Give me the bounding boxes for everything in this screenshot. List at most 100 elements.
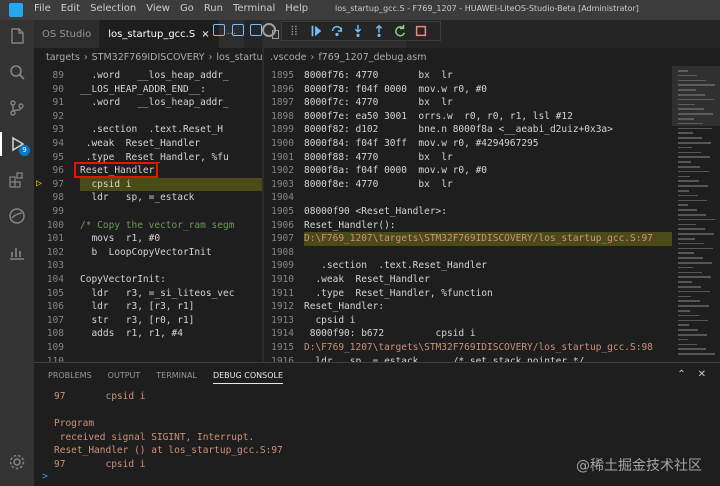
minimap-slider[interactable]: [672, 66, 720, 126]
menu-file[interactable]: File: [34, 3, 51, 14]
code-line[interactable]: ldr sp, =_estack: [80, 192, 194, 203]
breadcrumb-item[interactable]: f769_1207_debug.asm: [318, 52, 426, 63]
tab-0[interactable]: OS Studio: [34, 20, 101, 48]
minimap-line: [678, 146, 692, 149]
line-number: 89: [52, 70, 64, 81]
asm-line[interactable]: 8000f78: f04f 0000 mov.w r0, #0: [304, 84, 487, 95]
panel-tab-terminal[interactable]: TERMINAL: [156, 371, 197, 384]
console-line: Reset_Handler () at los_startup_gcc.S:97: [54, 445, 283, 457]
split-editor-icon[interactable]: [213, 24, 225, 36]
files-icon[interactable]: [7, 26, 27, 46]
go-forward-icon[interactable]: [250, 24, 262, 36]
code-line[interactable]: .section .text.Reset_H: [80, 124, 223, 135]
maximize-panel-icon[interactable]: ⌃: [677, 369, 685, 380]
minimap-line: [678, 127, 712, 130]
extensions-icon[interactable]: [7, 170, 27, 190]
code-line[interactable]: ldr r3, [r3, r1]: [80, 301, 194, 312]
asm-line[interactable]: 8000f8a: f04f 0000 mov.w r0, #0: [304, 165, 487, 176]
asm-line[interactable]: cpsid i: [304, 315, 355, 326]
menu-selection[interactable]: Selection: [90, 3, 136, 14]
asm-line[interactable]: D:\F769_1207\targets\STM32F769IDISCOVERY…: [304, 342, 653, 353]
code-line[interactable]: CopyVectorInit:: [80, 274, 166, 285]
stop-icon[interactable]: [413, 23, 429, 39]
minimap-line: [678, 281, 692, 283]
menu-terminal[interactable]: Terminal: [233, 3, 275, 14]
line-number: 1897: [271, 97, 294, 109]
bottom-panel: PROBLEMS OUTPUT TERMINAL DEBUG CONSOLE ⌃ ✕ …: [34, 362, 720, 486]
code-line[interactable]: ldr r3, =_si_liteos_vec: [80, 288, 234, 299]
menu-edit[interactable]: Edit: [61, 3, 80, 14]
run-debug-icon[interactable]: 9: [7, 134, 30, 156]
minimap-line: [678, 185, 708, 187]
asm-line[interactable]: 08000f90 <Reset_Handler>:: [304, 206, 447, 217]
chart-icon[interactable]: [7, 242, 27, 262]
code-line[interactable]: .weak Reset_Handler: [80, 138, 200, 149]
minimap-line: [678, 228, 705, 230]
minimap[interactable]: [672, 66, 720, 362]
disassembly-editor[interactable]: 1895 8000f76: 4770 bx lr 1896 8000f78: f04f…: [264, 66, 672, 362]
code-line[interactable]: .word __los_heap_addr_: [80, 70, 228, 81]
code-line[interactable]: adds r1, r1, #4: [80, 328, 183, 339]
step-into-icon[interactable]: [350, 23, 366, 39]
source-control-icon[interactable]: [7, 98, 27, 118]
asm-line[interactable]: 8000f88: 4770 bx lr: [304, 152, 453, 163]
chevron-right-icon: ›: [83, 51, 88, 63]
panel-tab-problems[interactable]: PROBLEMS: [48, 371, 92, 384]
menu-run[interactable]: Run: [204, 3, 223, 14]
code-line[interactable]: str r3, [r0, r1]: [80, 315, 194, 326]
search-icon[interactable]: [7, 62, 27, 82]
asm-line[interactable]: 8000f7e: ea50 3001 orrs.w r0, r0, r1, ls…: [304, 111, 573, 122]
menu-view[interactable]: View: [146, 3, 170, 14]
breadcrumb-item[interactable]: los_startup_g: [216, 52, 262, 63]
code-line[interactable]: /* Copy the vector_ram segm: [80, 220, 234, 231]
menu-go[interactable]: Go: [180, 3, 194, 14]
tab-los-startup[interactable]: los_startup_gcc.S ×: [100, 20, 219, 48]
asm-line[interactable]: 8000f84: f04f 30ff mov.w r0, #4294967295: [304, 138, 539, 149]
panel-tab-debug-console[interactable]: DEBUG CONSOLE: [212, 371, 284, 384]
code-line[interactable]: b LoopCopyVectorInit: [80, 247, 211, 258]
settings-icon[interactable]: [7, 452, 27, 472]
continue-icon[interactable]: [308, 23, 324, 39]
asm-line[interactable]: 8000f7c: 4770 bx lr: [304, 97, 453, 108]
asm-line[interactable]: 8000f8e: 4770 bx lr: [304, 179, 453, 190]
panel-tabs: PROBLEMS OUTPUT TERMINAL DEBUG CONSOLE: [48, 371, 284, 384]
step-over-icon[interactable]: [329, 23, 345, 39]
code-line[interactable]: __LOS_HEAP_ADDR_END__:: [80, 84, 206, 95]
breadcrumb-item[interactable]: .vscode: [270, 52, 307, 63]
breadcrumb-item[interactable]: STM32F769IDISCOVERY: [92, 52, 205, 63]
minimap-line: [678, 170, 709, 173]
asm-line[interactable]: .section .text.Reset_Handler: [304, 260, 487, 271]
restart-icon[interactable]: [392, 23, 408, 39]
close-panel-icon[interactable]: ✕: [698, 369, 706, 380]
code-line[interactable]: .type Reset_Handler, %fu: [80, 152, 229, 163]
asm-line[interactable]: 8000f76: 4770 bx lr: [304, 70, 453, 81]
code-line[interactable]: cpsid i: [80, 179, 131, 190]
app-logo: [9, 3, 23, 17]
asm-line[interactable]: .type Reset_Handler, %function: [304, 288, 492, 299]
asm-line[interactable]: Reset_Handler:: [304, 301, 384, 312]
breadcrumb-item[interactable]: targets: [46, 52, 80, 63]
asm-line[interactable]: Reset_Handler():: [304, 220, 396, 231]
close-tab-icon[interactable]: ×: [201, 29, 209, 40]
liteos-icon[interactable]: [7, 206, 27, 226]
console-line: Program: [54, 418, 95, 430]
breadcrumb-asm: .vscode › f769_1207_debug.asm: [264, 48, 714, 66]
code-line[interactable]: movs r1, #0: [80, 233, 160, 244]
clean-icon[interactable]: [262, 23, 276, 37]
code-line[interactable]: .word __los_heap_addr_: [80, 97, 228, 108]
line-number: 1900: [271, 138, 294, 149]
asm-line[interactable]: D:\F769_1207\targets\STM32F769IDISCOVERY…: [304, 233, 653, 244]
source-editor[interactable]: 89 .word __los_heap_addr_ 90 __LOS_HEAP_AD…: [34, 66, 262, 362]
asm-line[interactable]: 8000f82: d102 bne.n 8000f8a <__aeabi_d2u…: [304, 124, 613, 135]
asm-line[interactable]: .weak Reset_Handler: [304, 274, 429, 285]
minimap-line: [678, 214, 706, 216]
console-prompt[interactable]: >: [42, 471, 48, 482]
console-line: 97 cpsid i: [54, 459, 146, 470]
asm-line[interactable]: 8000f90: b672 cpsid i: [304, 328, 476, 339]
go-back-icon[interactable]: [232, 24, 244, 36]
minimap-line: [678, 276, 711, 278]
menu-help[interactable]: Help: [285, 3, 308, 14]
step-out-icon[interactable]: [371, 23, 387, 39]
line-number: 1911: [271, 287, 294, 299]
panel-tab-output[interactable]: OUTPUT: [108, 371, 141, 384]
